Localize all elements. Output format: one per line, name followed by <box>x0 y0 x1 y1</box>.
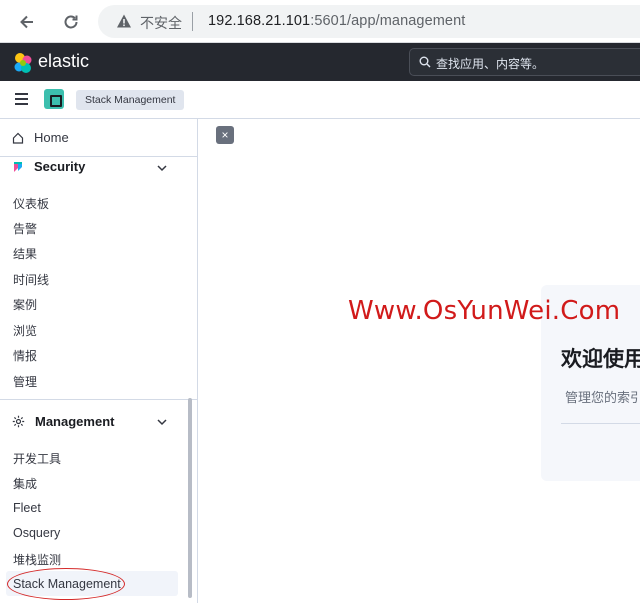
sidebar-group-label: Management <box>35 414 115 429</box>
sidebar-item-explore[interactable]: 浏览 <box>13 322 37 339</box>
sidebar-item-findings[interactable]: 结果 <box>13 245 37 262</box>
sidebar-item-cases[interactable]: 案例 <box>13 296 37 313</box>
panel-divider <box>561 423 640 424</box>
sidebar-group-label: Security <box>34 159 86 174</box>
side-nav: Home Security 仪表板 告警 结果 时间线 案例 浏览 情报 管理 … <box>0 119 198 603</box>
global-search-input[interactable]: 查找应用、内容等。 <box>409 48 640 76</box>
annotation-circle <box>7 568 125 600</box>
sidebar-group-management[interactable]: Management <box>12 414 114 429</box>
sidebar-item-timelines[interactable]: 时间线 <box>13 271 49 288</box>
sidebar-item-stack-monitoring[interactable]: 堆栈监测 <box>13 551 61 568</box>
sidebar-item-intelligence[interactable]: 情报 <box>13 347 37 364</box>
omnibox-separator <box>192 12 193 31</box>
address-bar[interactable]: 不安全 192.168.21.101:5601/app/management <box>98 5 640 38</box>
sidebar-item-label: Home <box>34 130 69 145</box>
sidebar-group-security[interactable]: Security <box>12 159 85 174</box>
search-placeholder: 查找应用、内容等。 <box>436 57 545 71</box>
sidebar-item-fleet[interactable]: Fleet <box>13 501 41 515</box>
close-button[interactable]: × <box>216 126 234 144</box>
watermark-text: Www.OsYunWei.Com <box>348 296 621 326</box>
gear-icon <box>12 415 25 428</box>
home-icon <box>12 132 24 144</box>
chevron-down-icon[interactable] <box>156 416 168 428</box>
sidebar-item-manage[interactable]: 管理 <box>13 373 37 390</box>
sidebar-scrollbar[interactable] <box>188 398 192 598</box>
sidebar-item-integrations[interactable]: 集成 <box>13 475 37 492</box>
sidebar-item-alerts[interactable]: 告警 <box>13 220 37 237</box>
brand-name[interactable]: elastic <box>38 51 89 72</box>
divider <box>0 399 197 400</box>
breadcrumb-current[interactable]: Stack Management <box>76 90 185 110</box>
elastic-header: elastic 查找应用、内容等。 <box>0 43 640 81</box>
chevron-down-icon[interactable] <box>156 162 168 174</box>
sidebar-item-home[interactable]: Home <box>12 130 69 145</box>
security-shield-icon <box>12 161 24 173</box>
breadcrumb-bar: Stack Management <box>0 81 640 119</box>
reload-icon <box>64 15 78 29</box>
back-button[interactable] <box>14 9 40 35</box>
app-badge-icon[interactable] <box>44 89 64 109</box>
url-text[interactable]: 192.168.21.101:5601/app/management <box>208 13 465 29</box>
elastic-logo-icon <box>14 53 32 73</box>
warning-icon <box>117 14 131 28</box>
reload-button[interactable] <box>58 9 84 35</box>
insecure-label: 不安全 <box>140 16 182 32</box>
menu-toggle-icon[interactable] <box>15 93 28 105</box>
sidebar-item-dev-tools[interactable]: 开发工具 <box>13 450 61 467</box>
welcome-title: 欢迎使用 <box>561 347 640 371</box>
welcome-description: 管理您的索引 <box>565 391 640 406</box>
arrow-left-icon <box>20 15 33 29</box>
url-host: 192.168.21.101 <box>208 13 311 29</box>
sidebar-item-dashboards[interactable]: 仪表板 <box>13 195 49 212</box>
divider <box>0 156 197 157</box>
url-path: :5601/app/management <box>310 13 466 29</box>
browser-toolbar: 不安全 192.168.21.101:5601/app/management <box>0 0 640 43</box>
sidebar-item-osquery[interactable]: Osquery <box>13 526 60 540</box>
search-icon <box>419 56 431 68</box>
main-content: × Www.OsYunWei.Com 欢迎使用 管理您的索引 <box>198 119 640 603</box>
